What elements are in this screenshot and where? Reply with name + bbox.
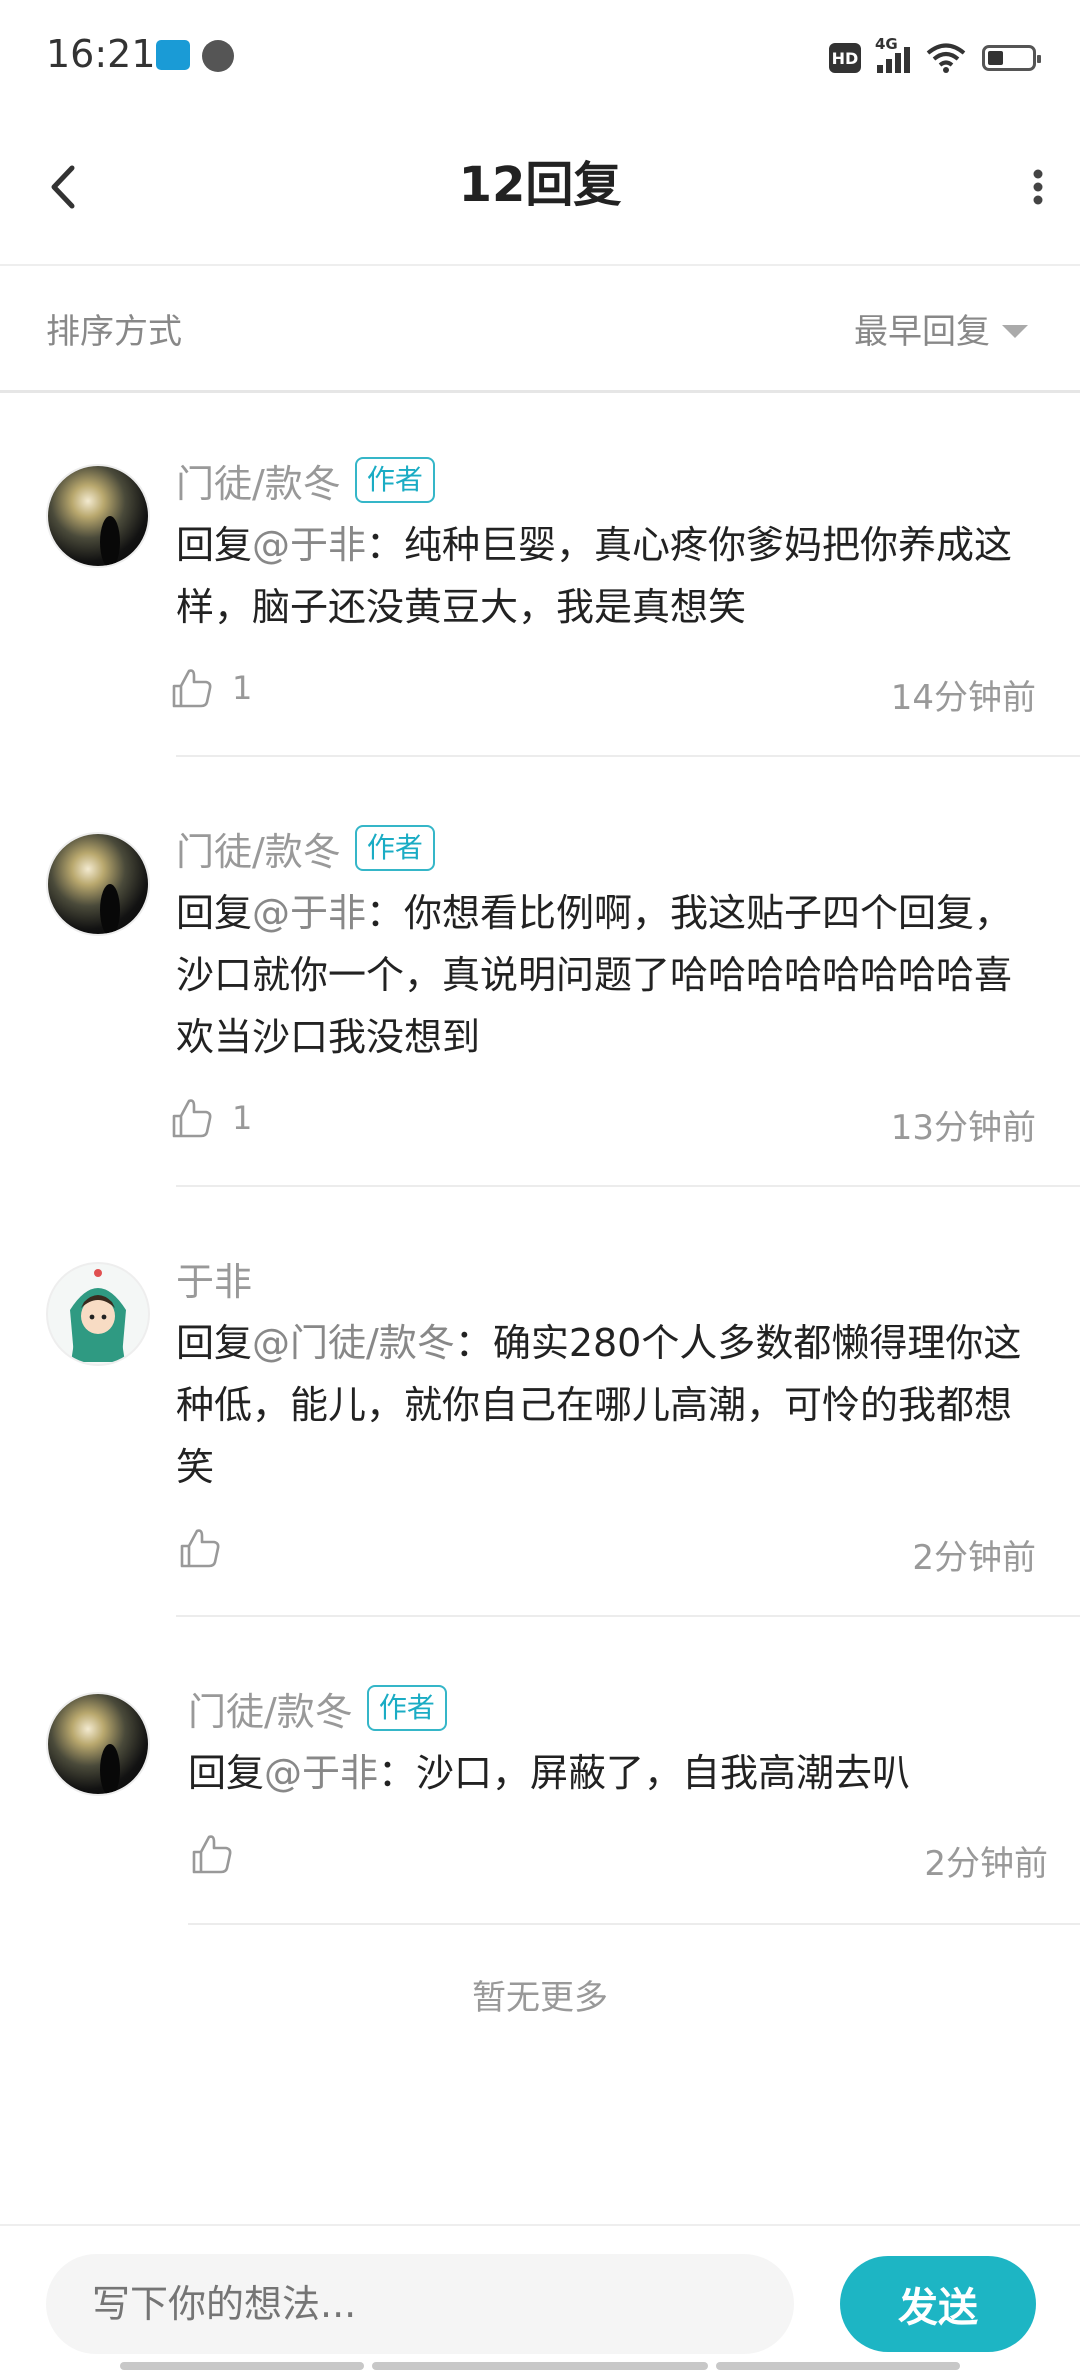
wifi-icon: [926, 43, 966, 73]
avatar[interactable]: [46, 832, 150, 936]
like-button[interactable]: [178, 1526, 222, 1570]
sort-value: 最早回复: [854, 312, 990, 352]
divider: [176, 755, 1080, 757]
status-indicators: HD 4G: [829, 35, 1041, 78]
author-badge: 作者: [354, 457, 435, 503]
divider: [188, 1923, 1080, 1925]
mention-link[interactable]: @于非: [264, 1751, 378, 1795]
cellular-signal-icon: 4G: [875, 35, 910, 73]
user-name[interactable]: 门徒/款冬: [176, 821, 341, 876]
like-button[interactable]: 1: [170, 1096, 252, 1140]
comment-text: 回复@于非：纯种巨婴，真心疼你爹妈把你养成这样，脑子还没黄豆大，我是真想笑: [176, 523, 1013, 629]
page-title: 12回复: [458, 157, 622, 213]
sort-bar: 排序方式 最早回复: [0, 264, 1080, 393]
end-of-list-text: 暂无更多: [472, 1978, 608, 2018]
reply-input-bar: 发送: [0, 2224, 1080, 2378]
author-badge: 作者: [366, 1685, 447, 1731]
thumbs-up-icon: [192, 1835, 232, 1874]
nav-gesture-bar[interactable]: [716, 2362, 960, 2370]
avatar[interactable]: [46, 464, 150, 568]
hd-icon: HD: [829, 43, 861, 73]
mention-link[interactable]: @于非: [252, 523, 366, 567]
send-button[interactable]: 发送: [840, 2256, 1036, 2352]
divider: [176, 1185, 1080, 1187]
sort-dropdown[interactable]: 最早回复: [854, 304, 1028, 353]
status-bar: 16:21 HD 4G: [0, 0, 1080, 110]
avatar[interactable]: [46, 1692, 150, 1796]
caret-down-icon: [1002, 325, 1028, 338]
reply-input[interactable]: [46, 2254, 794, 2354]
battery-fill: [988, 51, 1003, 65]
more-vertical-icon[interactable]: [1000, 154, 1060, 220]
comment-text: 回复@门徒/款冬：确实280个人多数都懒得理你这种低，能儿，就你自己在哪儿高潮，…: [176, 1321, 1022, 1489]
thumbs-up-icon: [172, 1099, 212, 1138]
user-name[interactable]: 于非: [176, 1251, 252, 1306]
user-name[interactable]: 门徒/款冬: [176, 453, 341, 508]
mention-link[interactable]: @于非: [252, 891, 366, 935]
thumbs-up-icon: [180, 1529, 220, 1568]
app-notification-icon: [156, 40, 190, 70]
user-name[interactable]: 门徒/款冬: [188, 1681, 353, 1736]
status-time: 16:21: [46, 32, 156, 76]
sort-label: 排序方式: [46, 312, 182, 352]
timestamp: 13分钟前: [890, 1108, 1036, 1148]
nav-gesture-bar[interactable]: [372, 2362, 708, 2370]
avatar[interactable]: [46, 1262, 150, 1366]
like-button[interactable]: [190, 1832, 234, 1876]
author-badge: 作者: [354, 825, 435, 871]
thumbs-up-icon: [172, 669, 212, 708]
timestamp: 2分钟前: [912, 1538, 1036, 1578]
nav-gesture-bar[interactable]: [120, 2362, 364, 2370]
battery-icon: [982, 45, 1041, 71]
network-type: 4G: [875, 35, 898, 53]
like-count: 1: [232, 669, 253, 707]
app-notification-icon-2: [202, 40, 234, 72]
timestamp: 14分钟前: [890, 678, 1036, 718]
top-app-bar: 12回复: [0, 110, 1080, 266]
timestamp: 2分钟前: [924, 1844, 1048, 1884]
like-count: 1: [232, 1099, 253, 1137]
comment-text: 回复@于非：你想看比例啊，我这贴子四个回复，沙口就你一个，真说明问题了哈哈哈哈哈…: [176, 891, 1013, 1059]
mention-link[interactable]: @门徒/款冬: [252, 1321, 455, 1365]
divider: [176, 1615, 1080, 1617]
like-button[interactable]: 1: [170, 666, 252, 710]
comment-text: 回复@于非：沙口，屏蔽了，自我高潮去叭: [188, 1751, 911, 1795]
